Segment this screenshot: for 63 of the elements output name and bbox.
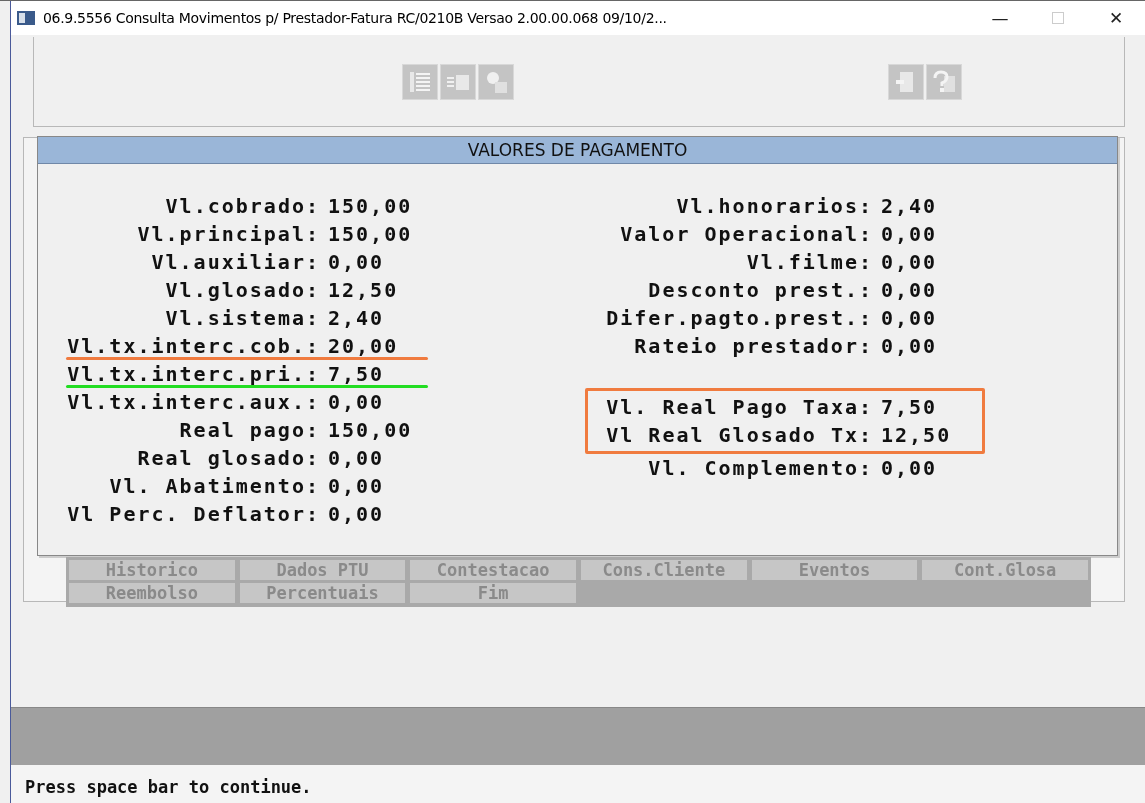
exit-button[interactable] [888, 63, 924, 100]
menu-item[interactable]: Contestacao [410, 560, 576, 580]
field-label: Vl. Real Pago Taxa: [605, 395, 873, 419]
toolbar-button[interactable] [440, 63, 476, 100]
menu-item[interactable]: Eventos [751, 560, 918, 580]
field-label: Vl.glosado: [164, 278, 320, 302]
field-value: 0,00 [328, 390, 386, 414]
field-value: 7,50 [328, 362, 386, 386]
window-title: 06.9.5556 Consulta Movimentos p/ Prestador-Fatura RC/0210B Versao 2.00.00.068 09/10/2... [43, 10, 668, 26]
menu-item[interactable]: Reembolso [69, 583, 235, 603]
menu-item[interactable]: Cons.Cliente [581, 560, 747, 580]
field-value: 0,00 [328, 502, 386, 526]
field-value: 150,00 [328, 194, 414, 218]
field-label: Vl.auxiliar: [150, 250, 320, 274]
maximize-icon [1052, 12, 1064, 24]
field-value: 12,50 [328, 278, 400, 302]
menu-item[interactable]: Cont.Glosa [922, 560, 1088, 580]
field-value: 2,40 [881, 194, 939, 218]
field-label: Vl.sistema: [164, 306, 320, 330]
field-value: 150,00 [328, 222, 414, 246]
menu-item[interactable]: Percentuais [239, 583, 406, 603]
status-message: Press space bar to continue. [25, 777, 312, 797]
menu-item[interactable]: Dados PTU [239, 560, 406, 580]
field-value: 0,00 [881, 222, 939, 246]
field-value: 0,00 [328, 250, 386, 274]
field-label: Real pago: [178, 418, 320, 442]
field-label: Vl.tx.interc.cob.: [66, 334, 320, 358]
field-label: Valor Operacional: [619, 222, 873, 246]
field-label: Vl.tx.interc.pri.: [66, 362, 320, 386]
help-button[interactable] [926, 63, 962, 100]
minimize-button[interactable]: — [971, 1, 1029, 35]
field-label: Vl.honorarios: [675, 194, 873, 218]
field-value: 0,00 [328, 474, 386, 498]
field-label: Desconto prest.: [647, 278, 873, 302]
field-value: 12,50 [881, 423, 953, 447]
field-label: Vl Real Glosado Tx: [605, 423, 873, 447]
field-label: Rateio prestador: [633, 334, 873, 358]
field-value: 0,00 [881, 456, 939, 480]
field-label: Vl Perc. Deflator: [66, 502, 320, 526]
field-label: Vl.cobrado: [164, 194, 320, 218]
close-button[interactable]: ✕ [1087, 1, 1145, 35]
field-value: 2,40 [328, 306, 386, 330]
field-label: Vl.filme: [745, 250, 873, 274]
field-label: Vl.principal: [136, 222, 320, 246]
menu-item[interactable]: Fim [410, 583, 576, 603]
menu-item[interactable]: Historico [69, 560, 235, 580]
field-label: Vl. Abatimento: [108, 474, 320, 498]
field-value: 0,00 [881, 278, 939, 302]
dialog-title: VALORES DE PAGAMENTO [38, 137, 1117, 164]
field-label: Vl. Complemento: [647, 456, 873, 480]
toolbar-button[interactable] [402, 63, 438, 100]
field-label: Difer.pagto.prest.: [605, 306, 873, 330]
toolbar-button[interactable] [478, 63, 514, 100]
app-icon [17, 11, 35, 25]
field-label: Vl.tx.interc.aux.: [66, 390, 320, 414]
field-value: 0,00 [881, 306, 939, 330]
field-value: 0,00 [328, 446, 386, 470]
field-value: 7,50 [881, 395, 939, 419]
field-value: 20,00 [328, 334, 400, 358]
field-label: Real glosado: [136, 446, 320, 470]
field-value: 150,00 [328, 418, 414, 442]
field-value: 0,00 [881, 334, 939, 358]
field-value: 0,00 [881, 250, 939, 274]
